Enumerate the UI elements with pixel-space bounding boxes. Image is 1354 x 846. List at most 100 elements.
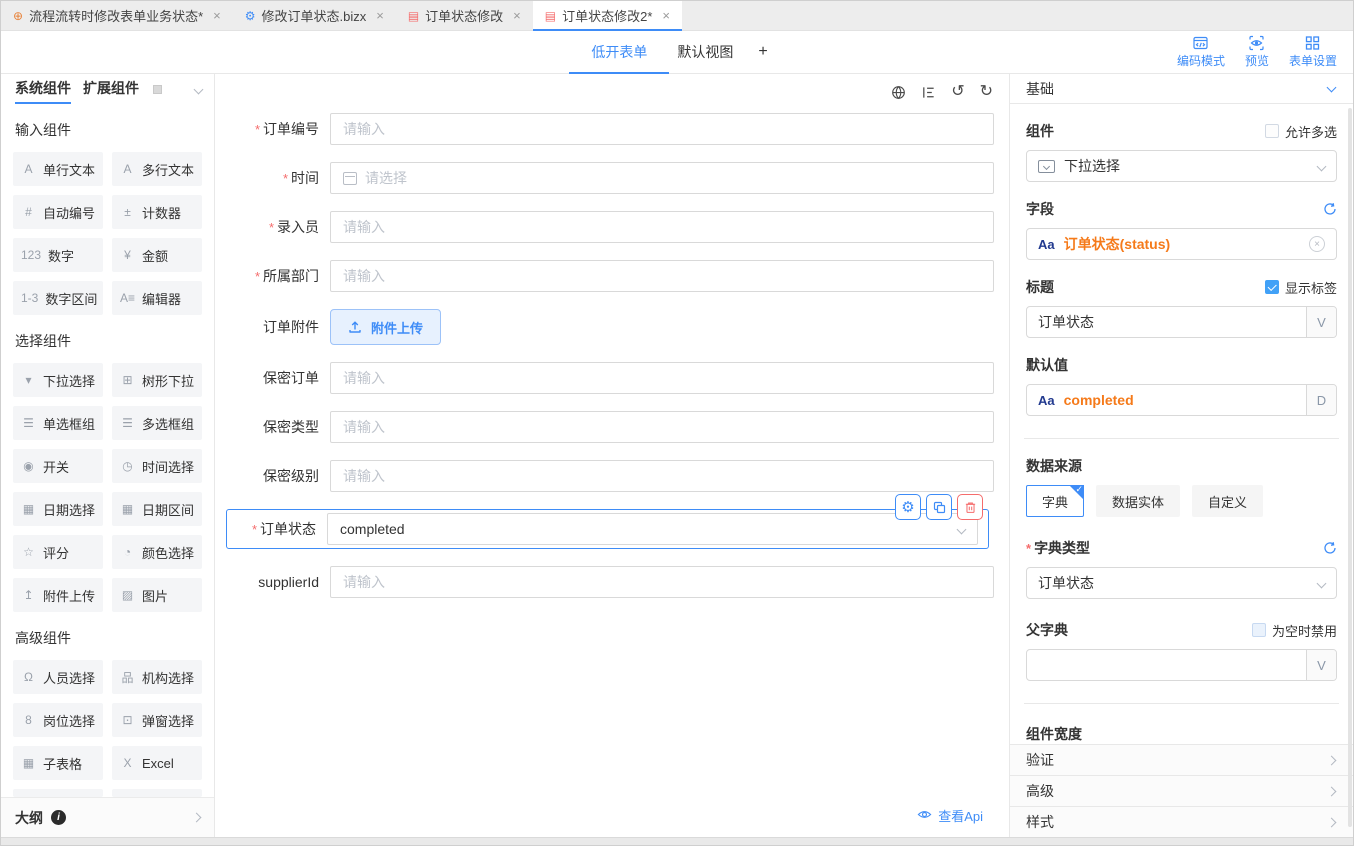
component-item[interactable]: ▦日期选择 (13, 492, 103, 526)
add-view-button[interactable]: + (758, 43, 767, 61)
component-item[interactable]: ⊡弹窗选择 (112, 703, 202, 737)
component-item[interactable]: A多行文本 (112, 152, 202, 186)
settings-button[interactable]: ⚙ (895, 494, 921, 520)
component-item[interactable]: ±计数器 (112, 195, 202, 229)
form-field-row[interactable]: *时间请选择 (230, 162, 994, 194)
form-field-row[interactable]: 保密订单请输入 (230, 362, 994, 394)
form-field-row[interactable]: *所属部门请输入 (230, 260, 994, 292)
close-icon[interactable]: × (513, 8, 521, 23)
form-field-row[interactable]: 保密类型请输入 (230, 411, 994, 443)
checkbox-checked-icon[interactable] (1265, 280, 1279, 294)
panel-scrollbar[interactable] (1348, 108, 1352, 827)
outline-bar[interactable]: 大纲 i (1, 797, 214, 837)
allow-multi-checkbox-row[interactable]: 允许多选 (1265, 122, 1337, 141)
clear-field-icon[interactable]: × (1309, 236, 1325, 252)
view-api-link[interactable]: 查看Api (917, 806, 983, 825)
component-item[interactable]: A单行文本 (13, 152, 103, 186)
component-item[interactable]: ▨图片 (112, 578, 202, 612)
redo-icon[interactable]: ↻ (980, 84, 993, 100)
chevron-down-icon[interactable] (194, 84, 204, 94)
field-select[interactable]: completed (327, 513, 978, 545)
field-date-picker[interactable]: 请选择 (330, 162, 994, 194)
field-text-input[interactable]: 请输入 (330, 460, 994, 492)
field-text-input[interactable]: 请输入 (330, 260, 994, 292)
bound-field-box[interactable]: Aa 订单状态(status) × (1026, 228, 1337, 260)
chevron-down-icon[interactable] (1327, 82, 1337, 92)
disable-when-empty-checkbox-row[interactable]: 为空时禁用 (1252, 621, 1337, 640)
dict-type-select[interactable]: 订单状态 (1026, 567, 1337, 599)
component-item[interactable]: ⊞树形下拉 (112, 363, 202, 397)
form-field-row[interactable]: 订单附件附件上传 (230, 309, 994, 345)
file-tab[interactable]: ▤订单状态修改2*× (533, 1, 682, 30)
parent-dict-input[interactable] (1027, 650, 1306, 680)
sidebar-tab[interactable]: 系统组件 (15, 74, 71, 104)
close-icon[interactable]: × (376, 8, 384, 23)
refresh-icon[interactable] (1323, 541, 1337, 555)
view-tab[interactable]: 低开表单 (591, 31, 647, 74)
header-action[interactable]: 预览 (1245, 35, 1269, 69)
component-item[interactable]: ▦子表格 (13, 746, 103, 780)
header-action[interactable]: 表单设置 (1289, 35, 1337, 69)
parent-dict-variable-button[interactable]: V (1306, 650, 1336, 680)
component-item[interactable]: XExcel (112, 746, 202, 780)
undo-icon[interactable]: ↺ (951, 84, 964, 100)
header-action[interactable]: 编码模式 (1177, 35, 1225, 69)
copy-button[interactable] (926, 494, 952, 520)
globe-icon[interactable] (891, 85, 906, 100)
component-item[interactable]: #自动编号 (13, 195, 103, 229)
data-source-tab[interactable]: 自定义 (1192, 485, 1263, 517)
collapsed-section[interactable]: 高级 (1010, 775, 1353, 806)
view-tab[interactable]: 默认视图 (677, 31, 733, 74)
default-value-mode-button[interactable]: D (1306, 385, 1336, 415)
field-text-input[interactable]: 请输入 (330, 211, 994, 243)
sidebar-tab[interactable]: 扩展组件 (83, 74, 139, 104)
component-item[interactable]: ¥金额 (112, 238, 202, 272)
data-source-tab[interactable]: 字典 (1026, 485, 1084, 517)
show-label-checkbox-row[interactable]: 显示标签 (1265, 278, 1337, 297)
form-field-row[interactable]: 保密级别请输入 (230, 460, 994, 492)
file-tab[interactable]: ▤订单状态修改× (396, 1, 533, 30)
checkbox-icon[interactable] (1265, 124, 1279, 138)
component-item[interactable]: 1-3数字区间 (13, 281, 103, 315)
form-field-row[interactable]: *录入员请输入 (230, 211, 994, 243)
file-tab[interactable]: ⚙修改订单状态.bizx× (233, 1, 396, 30)
close-icon[interactable]: × (662, 8, 670, 23)
form-field-row[interactable]: supplierId请输入 (230, 566, 994, 598)
component-item[interactable]: 品机构选择 (112, 660, 202, 694)
attachment-upload-button[interactable]: 附件上传 (330, 309, 441, 345)
file-tab[interactable]: ⊕流程流转时修改表单业务状态*× (1, 1, 233, 30)
checkbox-icon[interactable] (1252, 623, 1266, 637)
component-item[interactable]: ▦日期区间 (112, 492, 202, 526)
inspector-section-header[interactable]: 基础 (1010, 74, 1353, 104)
field-text-input[interactable]: 请输入 (330, 113, 994, 145)
field-text-input[interactable]: 请输入 (330, 411, 994, 443)
component-item[interactable]: ▾下拉选择 (13, 363, 103, 397)
component-item[interactable]: 8岗位选择 (13, 703, 103, 737)
component-item[interactable]: ☆评分 (13, 535, 103, 569)
form-field-row[interactable]: *订单状态completed⚙ (226, 509, 989, 549)
component-item-partial[interactable] (13, 789, 103, 797)
component-item[interactable]: Ω人员选择 (13, 660, 103, 694)
component-item[interactable]: ◔颜色选择 (112, 535, 202, 569)
collapsed-section[interactable]: 样式 (1010, 806, 1353, 837)
component-item[interactable]: ◉开关 (13, 449, 103, 483)
close-icon[interactable]: × (213, 8, 221, 23)
component-item-partial[interactable] (112, 789, 202, 797)
component-type-select[interactable]: 下拉选择 (1026, 150, 1337, 182)
component-item[interactable]: ☰多选框组 (112, 406, 202, 440)
title-variable-button[interactable]: V (1306, 307, 1336, 337)
component-item[interactable]: ◷时间选择 (112, 449, 202, 483)
title-input[interactable]: 订单状态 (1027, 307, 1306, 337)
refresh-icon[interactable] (1323, 202, 1337, 216)
default-value-input[interactable]: Aa completed (1027, 385, 1306, 415)
component-item[interactable]: A≡编辑器 (112, 281, 202, 315)
field-text-input[interactable]: 请输入 (330, 566, 994, 598)
form-field-row[interactable]: *订单编号请输入 (230, 113, 994, 145)
field-text-input[interactable]: 请输入 (330, 362, 994, 394)
data-source-tab[interactable]: 数据实体 (1096, 485, 1180, 517)
component-item[interactable]: ↥附件上传 (13, 578, 103, 612)
field-list-icon[interactable] (921, 85, 936, 100)
delete-button[interactable] (957, 494, 983, 520)
component-item[interactable]: ☰单选框组 (13, 406, 103, 440)
collapsed-section[interactable]: 验证 (1010, 744, 1353, 775)
